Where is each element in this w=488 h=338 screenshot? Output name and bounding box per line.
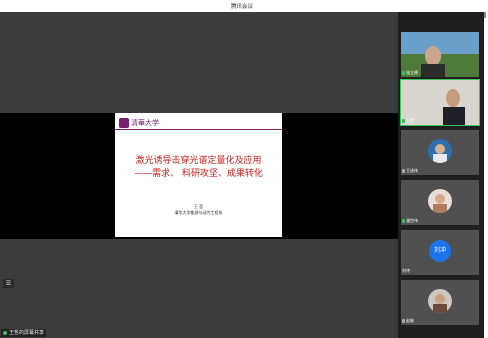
participant-name: 刘冲 (402, 268, 410, 273)
avatar (428, 289, 452, 313)
shared-slide: 清華大学 激光诱导击穿光谱定量化及应用 ——需求、 科研攻坚、成果转化 王 哲 … (115, 113, 282, 237)
participant-tile[interactable]: 赵刚 (401, 280, 479, 325)
microphone-icon (402, 219, 405, 223)
screen-share-status: 王哲的屏幕共享 (1, 329, 47, 337)
share-status-label: 王哲的屏幕共享 (9, 330, 45, 336)
window-scrollbar[interactable] (484, 12, 486, 18)
participant-tile[interactable]: 王成伟 (401, 130, 479, 175)
meeting-window: 腾讯会议 清華大学 激光诱导击穿光谱定量化及应用 ——需求、 科研攻坚、成果转化… (0, 0, 484, 338)
participant-name: 潘世伟 (402, 218, 418, 224)
microphone-muted-icon (402, 319, 405, 323)
participant-panel: 张立德 王哲 王成伟 潘世伟 刘冲 刘冲 赵刚 (398, 12, 484, 338)
participant-tile[interactable]: 潘世伟 (401, 180, 479, 225)
list-icon[interactable]: ☰ (3, 279, 14, 288)
university-logo: 清華大学 (119, 117, 181, 128)
participant-name: 王成伟 (402, 168, 418, 174)
university-name: 清華大学 (131, 118, 159, 127)
slide-affiliation: 清华大学能源与动力工程系 (174, 210, 223, 215)
slide-title-line1: 激光诱导击穿光谱定量化及应用 (135, 156, 262, 166)
microphone-muted-icon (402, 169, 405, 173)
avatar (428, 139, 452, 163)
title-bar: 腾讯会议 (0, 0, 484, 12)
microphone-icon (402, 119, 405, 123)
participant-name: 赵刚 (402, 318, 414, 324)
slide-title-line2: ——需求、 科研攻坚、成果转化 (134, 169, 263, 179)
participant-tile[interactable]: 刘冲 刘冲 (401, 230, 479, 275)
avatar (428, 189, 452, 213)
participant-name: 王哲 (402, 118, 414, 124)
sharing-indicator-icon (3, 331, 7, 335)
avatar: 刘冲 (429, 240, 451, 262)
participant-tile[interactable]: 王哲 (400, 79, 480, 126)
window-title: 腾讯会议 (230, 4, 253, 10)
slide-divider (115, 129, 282, 130)
participant-name: 张立德 (402, 70, 418, 76)
participant-tile[interactable]: 张立德 (401, 32, 479, 77)
microphone-icon (402, 71, 405, 75)
university-seal-icon (119, 117, 129, 128)
